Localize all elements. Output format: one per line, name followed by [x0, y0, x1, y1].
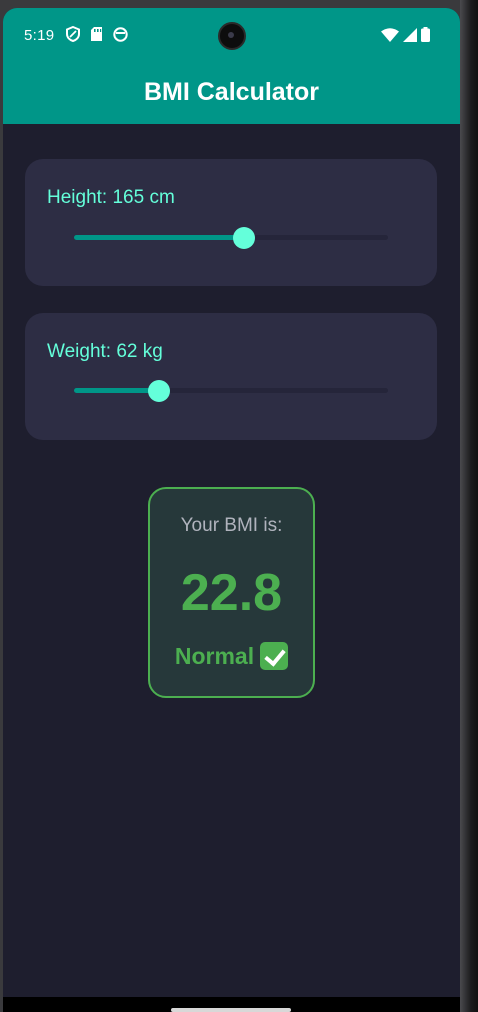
- bmi-result-card: Your BMI is: 22.8 Normal: [148, 487, 315, 698]
- app-title: BMI Calculator: [143, 77, 320, 106]
- front-camera: [218, 22, 246, 50]
- weight-card: Weight: 62 kg: [25, 313, 437, 440]
- slider-thumb[interactable]: [147, 380, 170, 402]
- bmi-category-text: Normal: [174, 642, 255, 669]
- wifi-icon: [381, 27, 399, 42]
- bmi-category: Normal: [150, 642, 313, 670]
- gesture-handle[interactable]: [171, 1008, 291, 1012]
- cell-signal-icon: [403, 27, 417, 42]
- status-icons-right: [381, 27, 430, 42]
- check-mark-icon: [260, 642, 289, 670]
- status-time: 5:19: [24, 27, 55, 44]
- weight-slider[interactable]: [74, 379, 388, 403]
- sd-card-icon: [91, 27, 102, 41]
- screen: 5:19 BMI Calculator Height: 165 cm Weigh…: [3, 8, 460, 1012]
- height-slider[interactable]: [74, 226, 388, 250]
- vpn-shield-icon: [66, 26, 80, 42]
- app-bar: BMI Calculator: [3, 60, 460, 124]
- height-card: Height: 165 cm: [25, 159, 437, 286]
- device-edge: [460, 0, 478, 1012]
- bmi-result-label: Your BMI is:: [180, 515, 283, 536]
- status-icons-left: [66, 26, 128, 42]
- battery-icon: [421, 27, 430, 42]
- height-label: Height: 165 cm: [47, 187, 175, 208]
- notification-app-icon: [113, 26, 128, 42]
- status-bar: 5:19: [3, 8, 460, 60]
- weight-label: Weight: 62 kg: [47, 341, 163, 362]
- navigation-bar: [3, 997, 460, 1012]
- bmi-value: 22.8: [180, 564, 283, 622]
- slider-active-track: [74, 388, 159, 393]
- slider-thumb[interactable]: [232, 227, 255, 249]
- device-frame: 5:19 BMI Calculator Height: 165 cm Weigh…: [0, 0, 478, 1012]
- slider-active-track: [74, 235, 244, 240]
